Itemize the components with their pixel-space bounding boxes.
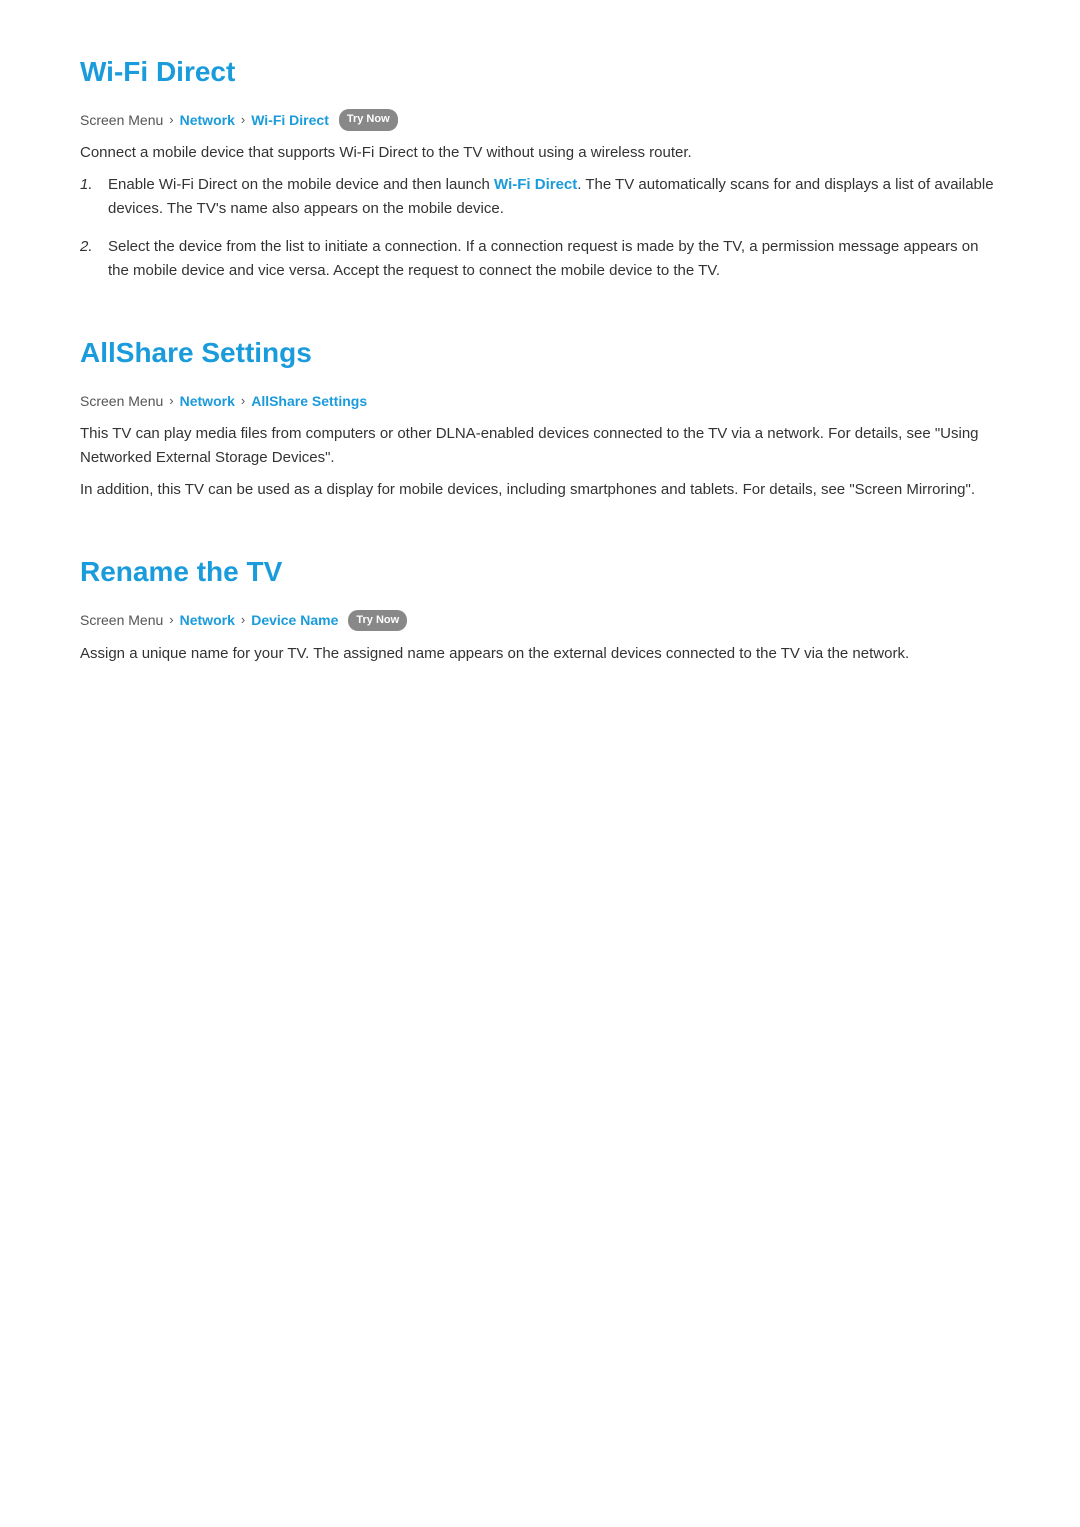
wifi-direct-list: 1. Enable Wi-Fi Direct on the mobile dev… [80,173,1000,283]
wifi-direct-intro: Connect a mobile device that supports Wi… [80,141,1000,165]
breadcrumb-allshare-settings[interactable]: AllShare Settings [251,390,367,412]
list-item: 2. Select the device from the list to in… [80,235,1000,283]
rename-tv-breadcrumb: Screen Menu › Network › Device Name Try … [80,609,1000,631]
rename-tv-title: Rename the TV [80,550,1000,595]
allshare-settings-body: This TV can play media files from comput… [80,422,1000,502]
wifi-direct-link[interactable]: Wi-Fi Direct [494,176,577,193]
allshare-para-2: In addition, this TV can be used as a di… [80,478,1000,502]
breadcrumb-device-name[interactable]: Device Name [251,609,338,631]
list-item: 1. Enable Wi-Fi Direct on the mobile dev… [80,173,1000,221]
allshare-settings-section: AllShare Settings Screen Menu › Network … [80,331,1000,502]
try-now-badge-wifi-direct[interactable]: Try Now [339,109,398,131]
breadcrumb-wifi-direct[interactable]: Wi-Fi Direct [251,109,329,131]
rename-tv-body: Assign a unique name for your TV. The as… [80,642,1000,666]
breadcrumb-sep-3: › [169,391,173,412]
allshare-settings-title: AllShare Settings [80,331,1000,376]
breadcrumb-screen-menu-2: Screen Menu [80,390,163,412]
list-content-1: Enable Wi-Fi Direct on the mobile device… [108,173,1000,221]
wifi-direct-breadcrumb: Screen Menu › Network › Wi-Fi Direct Try… [80,109,1000,131]
wifi-direct-body: Connect a mobile device that supports Wi… [80,141,1000,283]
wifi-direct-title: Wi-Fi Direct [80,50,1000,95]
rename-tv-section: Rename the TV Screen Menu › Network › De… [80,550,1000,665]
allshare-breadcrumb: Screen Menu › Network › AllShare Setting… [80,390,1000,412]
list-number-2: 2. [80,235,108,259]
breadcrumb-sep-4: › [241,391,245,412]
breadcrumb-screen-menu-3: Screen Menu [80,609,163,631]
breadcrumb-network-3[interactable]: Network [180,609,235,631]
wifi-direct-section: Wi-Fi Direct Screen Menu › Network › Wi-… [80,50,1000,283]
breadcrumb-sep-2: › [241,110,245,131]
list-content-2: Select the device from the list to initi… [108,235,1000,283]
breadcrumb-network-1[interactable]: Network [180,109,235,131]
breadcrumb-sep-5: › [169,610,173,631]
list-number-1: 1. [80,173,108,197]
breadcrumb-sep-1: › [169,110,173,131]
rename-tv-para-1: Assign a unique name for your TV. The as… [80,642,1000,666]
try-now-badge-rename-tv[interactable]: Try Now [348,610,407,632]
allshare-para-1: This TV can play media files from comput… [80,422,1000,470]
breadcrumb-sep-6: › [241,610,245,631]
breadcrumb-screen-menu-1: Screen Menu [80,109,163,131]
breadcrumb-network-2[interactable]: Network [180,390,235,412]
